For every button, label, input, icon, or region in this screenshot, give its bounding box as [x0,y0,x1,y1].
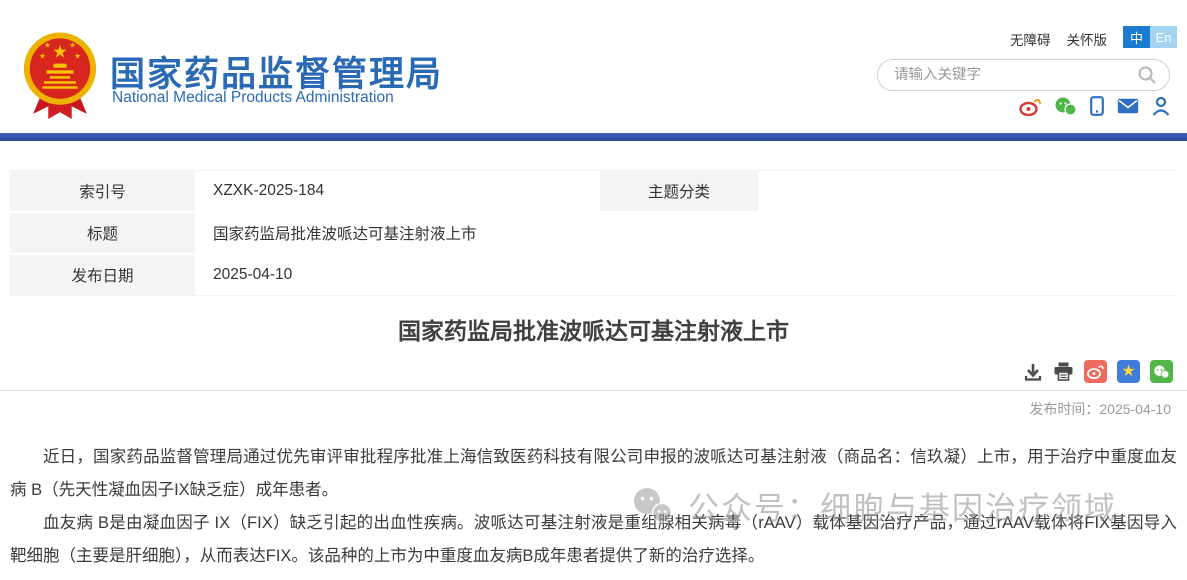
weibo-icon[interactable] [1019,97,1041,116]
share-weibo-icon[interactable] [1084,360,1107,383]
article-title: 国家药监局批准波哌达可基注射液上市 [0,312,1187,346]
svg-text:★: ★ [44,41,51,50]
document-info-table: 索引号 XZXK-2025-184 主题分类 标题 国家药监局批准波哌达可基注射… [10,170,1177,296]
mail-icon[interactable] [1117,98,1139,114]
svg-text:★: ★ [74,52,81,61]
nav-divider-bar [0,133,1187,141]
lang-zh-button[interactable]: 中 [1123,26,1150,48]
social-icons-row [1019,96,1170,116]
print-icon[interactable] [1053,362,1074,381]
wechat-icon[interactable] [1054,97,1077,116]
svg-text:★: ★ [69,41,76,50]
article-body: 近日，国家药品监督管理局通过优先审评审批程序批准上海信致医药科技有限公司申报的波… [10,441,1177,573]
article-paragraph: 近日，国家药品监督管理局通过优先审评审批程序批准上海信致医药科技有限公司申报的波… [10,441,1177,507]
article-paragraph: 血友病 B是由凝血因子 IX（FIX）缺乏引起的出血性疾病。波哌达可基注射液是重… [10,507,1177,573]
top-utility-links: 无障碍 关怀版 [1010,29,1107,49]
info-label-topic: 主题分类 [600,171,758,211]
article-toolbar: ★ [1023,360,1173,383]
download-icon[interactable] [1023,362,1043,382]
lang-en-button[interactable]: En [1150,26,1177,48]
language-toggle: 中 En [1123,26,1177,48]
info-label-date: 发布日期 [10,255,195,295]
info-value-topic [758,171,1177,211]
search-input[interactable] [894,67,1137,83]
article-divider [0,390,1187,391]
publish-time-label: 发布时间： [1029,401,1099,417]
info-value-index: XZXK-2025-184 [195,171,600,211]
svg-text:★: ★ [52,42,68,62]
national-emblem-logo[interactable]: ★ ★ ★ ★ ★ [18,30,102,124]
info-value-title: 国家药监局批准波哌达可基注射液上市 [195,213,1177,253]
site-subtitle: National Medical Products Administration [112,89,394,107]
search-box [877,59,1170,91]
search-icon[interactable] [1137,65,1157,85]
favorite-star-icon[interactable]: ★ [1117,360,1140,383]
national-emblem-icon: ★ ★ ★ ★ ★ [18,30,102,124]
svg-text:★: ★ [39,52,46,61]
care-version-link[interactable]: 关怀版 [1067,29,1108,49]
accessibility-link[interactable]: 无障碍 [1010,29,1051,49]
page: ★ ★ ★ ★ ★ 国家药品监督管理局 National Medical Pro… [0,0,1187,580]
user-icon[interactable] [1152,96,1170,116]
mobile-icon[interactable] [1090,96,1104,116]
publish-time: 发布时间：2025-04-10 [1029,399,1171,419]
info-value-date: 2025-04-10 [195,255,1177,295]
share-wechat-icon[interactable] [1150,360,1173,383]
info-label-index: 索引号 [10,171,195,211]
publish-time-value: 2025-04-10 [1099,401,1171,417]
info-label-title: 标题 [10,213,195,253]
